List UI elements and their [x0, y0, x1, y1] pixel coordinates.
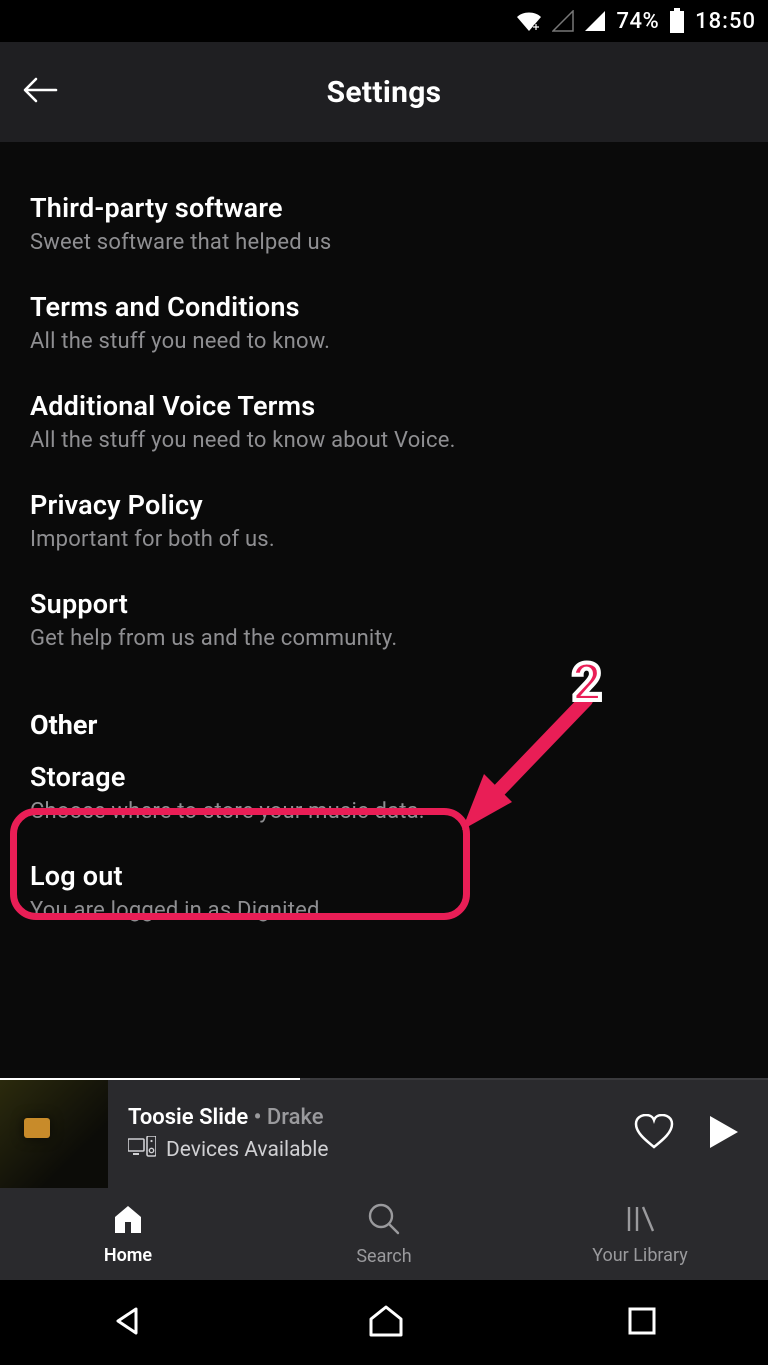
android-status-bar: 74% 18:50	[0, 0, 768, 42]
devices-available-label: Devices Available	[166, 1138, 329, 1162]
devices-available[interactable]: Devices Available	[128, 1136, 634, 1164]
now-playing-artist: Drake	[267, 1105, 324, 1130]
battery-percentage: 74%	[616, 9, 659, 34]
tab-your-library[interactable]: Your Library	[512, 1188, 768, 1280]
settings-item-terms-and-conditions[interactable]: Terms and Conditions All the stuff you n…	[30, 277, 738, 376]
settings-item-subtitle: Sweet software that helped us	[30, 230, 738, 255]
nav-recents-button[interactable]	[624, 1303, 660, 1343]
section-header-other: Other	[30, 709, 738, 741]
page-title: Settings	[0, 75, 768, 110]
settings-item-title: Third-party software	[30, 192, 738, 224]
tab-label: Home	[104, 1245, 152, 1266]
settings-item-privacy-policy[interactable]: Privacy Policy Important for both of us.	[30, 475, 738, 574]
home-icon	[111, 1203, 145, 1239]
app-header: Settings	[0, 42, 768, 142]
clock-time: 18:50	[695, 9, 756, 34]
settings-item-subtitle: You are logged in as Dignited	[30, 898, 738, 923]
settings-item-title: Privacy Policy	[30, 489, 738, 521]
settings-item-title: Additional Voice Terms	[30, 390, 738, 422]
settings-item-subtitle: Get help from us and the community.	[30, 626, 738, 651]
settings-item-subtitle: All the stuff you need to know.	[30, 329, 738, 354]
now-playing-track-title: Toosie Slide	[128, 1105, 248, 1130]
like-button[interactable]	[634, 1114, 674, 1154]
settings-item-title: Terms and Conditions	[30, 291, 738, 323]
signal-icon	[584, 10, 606, 32]
annotation-number: 2	[572, 652, 602, 713]
album-art	[0, 1080, 108, 1188]
settings-item-title: Log out	[30, 860, 738, 892]
settings-item-storage[interactable]: Storage Choose where to store your music…	[30, 747, 738, 846]
tab-label: Search	[356, 1246, 411, 1267]
nav-home-button[interactable]	[365, 1301, 407, 1345]
signal-empty-icon	[552, 10, 574, 32]
settings-item-title: Support	[30, 588, 738, 620]
separator-dot: •	[254, 1105, 262, 1130]
tab-search[interactable]: Search	[256, 1188, 512, 1280]
play-button[interactable]	[708, 1114, 740, 1154]
back-button[interactable]	[22, 75, 58, 109]
wifi-icon	[516, 10, 542, 32]
library-icon	[623, 1203, 657, 1239]
now-playing-meta: Toosie Slide • Drake Devices Available	[108, 1105, 634, 1164]
tab-home[interactable]: Home	[0, 1188, 256, 1280]
now-playing-bar[interactable]: Toosie Slide • Drake Devices Available	[0, 1080, 768, 1188]
settings-item-third-party-software[interactable]: Third-party software Sweet software that…	[30, 178, 738, 277]
settings-content: Third-party software Sweet software that…	[0, 142, 768, 1080]
settings-item-subtitle: Choose where to store your music data.	[30, 799, 738, 824]
search-icon	[367, 1202, 401, 1240]
settings-item-subtitle: All the stuff you need to know about Voi…	[30, 428, 738, 453]
bottom-tab-bar: Home Search Your Library	[0, 1188, 768, 1280]
settings-item-support[interactable]: Support Get help from us and the communi…	[30, 574, 738, 673]
android-nav-bar	[0, 1280, 768, 1365]
nav-back-button[interactable]	[108, 1301, 148, 1345]
now-playing-actions	[634, 1114, 768, 1154]
battery-icon	[669, 8, 685, 34]
settings-item-log-out[interactable]: Log out You are logged in as Dignited	[30, 846, 738, 945]
settings-item-additional-voice-terms[interactable]: Additional Voice Terms All the stuff you…	[30, 376, 738, 475]
settings-item-subtitle: Important for both of us.	[30, 527, 738, 552]
settings-item-title: Storage	[30, 761, 738, 793]
tab-label: Your Library	[592, 1245, 687, 1266]
now-playing-track-line: Toosie Slide • Drake	[128, 1105, 634, 1130]
devices-icon	[128, 1136, 156, 1164]
